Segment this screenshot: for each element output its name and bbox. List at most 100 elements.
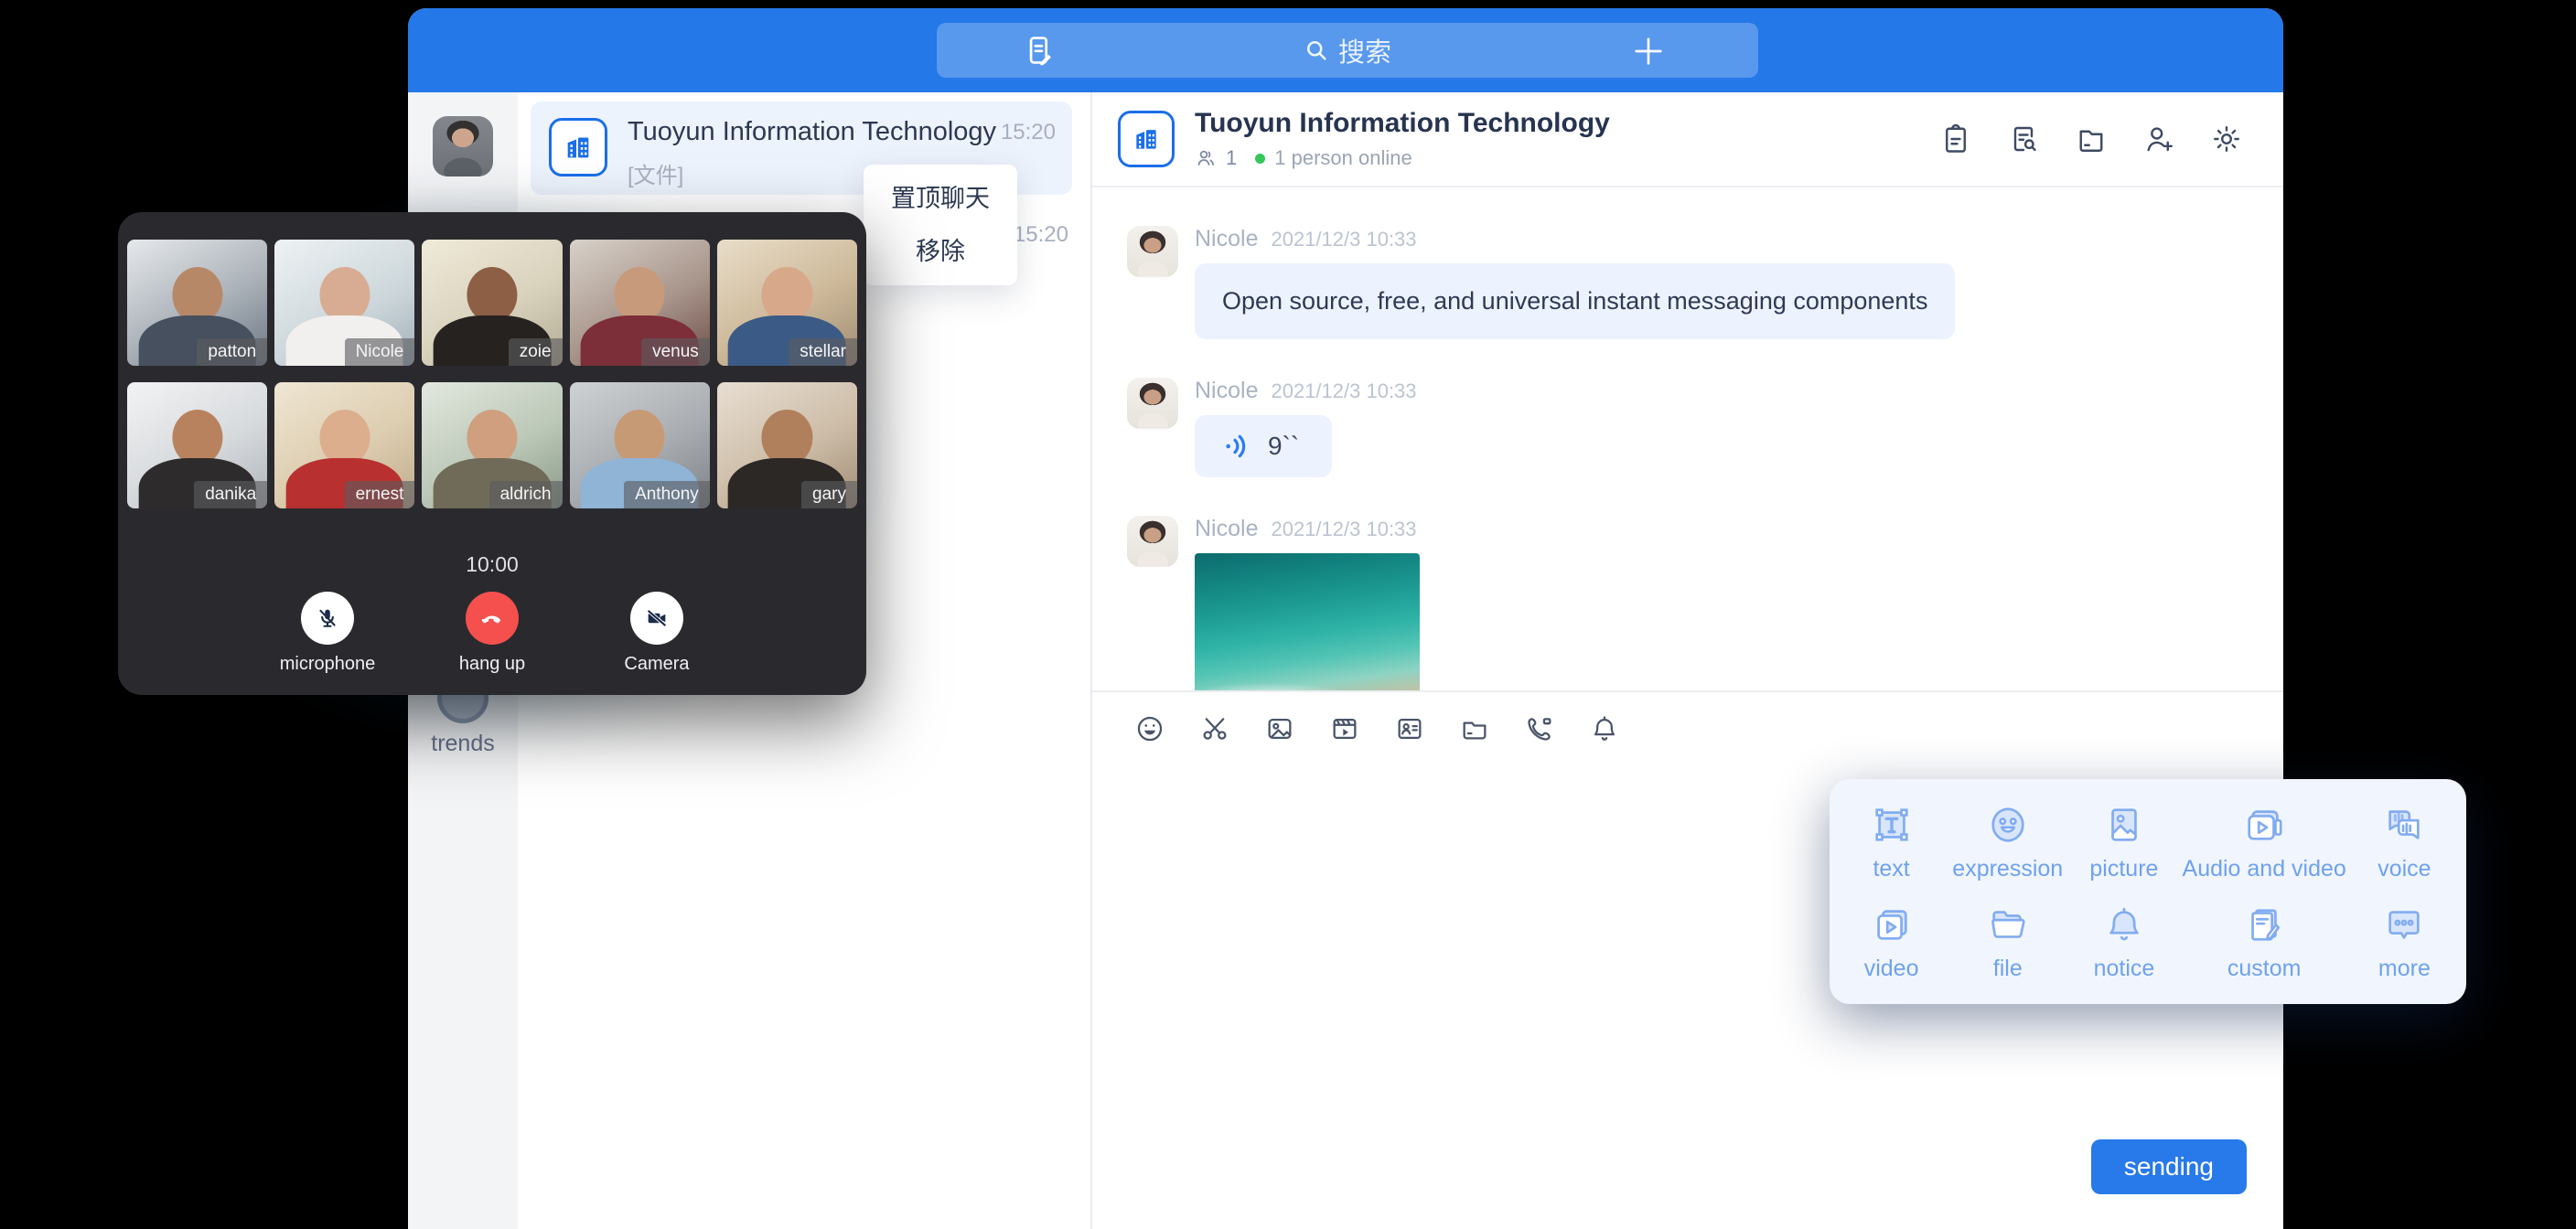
message-time: 2021/12/3 10:33 — [1271, 228, 1416, 251]
participant-tile: stellar — [717, 240, 857, 366]
member-count: 1 — [1226, 146, 1237, 170]
participant-grid: patton Nicole zoie venus stellar danika … — [127, 240, 857, 508]
popup-label: voice — [2377, 856, 2431, 882]
text-bubble: Open source, free, and universal instant… — [1195, 263, 1955, 339]
voice-icon — [2381, 802, 2427, 848]
file-folder-icon[interactable] — [1459, 713, 1490, 744]
avatar[interactable] — [1127, 516, 1178, 567]
participant-tile: aldrich — [422, 382, 562, 508]
search-input[interactable]: 搜索 — [937, 23, 1758, 78]
notice-icon — [2103, 902, 2145, 947]
participant-tile: patton — [127, 240, 267, 366]
participant-name: patton — [197, 338, 267, 366]
screenshot-scissors-icon[interactable] — [1199, 713, 1230, 744]
sender-name: Nicole — [1195, 226, 1258, 252]
file-icon — [1987, 902, 2029, 947]
note-edit-icon[interactable] — [1021, 33, 1056, 68]
message-time: 2021/12/3 10:33 — [1271, 518, 1416, 541]
avatar[interactable] — [1127, 226, 1178, 277]
chat-main: Tuoyun Information Technology 1 1 person… — [1092, 92, 2283, 1229]
custom-icon — [2243, 902, 2285, 947]
image-attachment-beach[interactable] — [1195, 553, 1420, 689]
camera-control: Camera — [602, 592, 712, 675]
picture-icon[interactable] — [1264, 713, 1295, 744]
hang-up-label: hang up — [459, 654, 525, 675]
call-timer: 10:00 — [118, 552, 866, 577]
online-dot — [1255, 154, 1265, 164]
audio-video-icon — [2241, 802, 2287, 848]
popup-label: text — [1873, 856, 1909, 882]
participant-tile: venus — [570, 240, 710, 366]
participant-tile: danika — [127, 382, 267, 508]
text-icon — [1871, 802, 1913, 848]
picture-icon — [2103, 802, 2145, 848]
voice-duration: 9`` — [1268, 432, 1299, 461]
video-icon — [1871, 902, 1913, 947]
participant-tile: Anthony — [570, 382, 710, 508]
popup-label: notice — [2094, 956, 2155, 982]
popup-item-picture[interactable]: picture — [2066, 792, 2182, 892]
voice-wave-icon — [1222, 432, 1251, 461]
popup-item-text[interactable]: text — [1833, 792, 1949, 892]
announcement-icon[interactable] — [1939, 123, 1972, 155]
call-controls: 10:00 microphone hang up — [118, 552, 866, 675]
hangup-control: hang up — [437, 592, 547, 675]
members-icon — [1195, 147, 1217, 169]
microphone-mute-button[interactable] — [301, 592, 354, 645]
settings-icon[interactable] — [2210, 123, 2243, 155]
popup-item-more[interactable]: more — [2346, 892, 2463, 991]
hang-up-button[interactable] — [466, 592, 519, 645]
popup-item-voice[interactable]: voice — [2346, 792, 2463, 892]
message-list: Nicole 2021/12/3 10:33 Open source, free… — [1092, 187, 2283, 690]
search-placeholder: 搜索 — [1338, 31, 1391, 69]
popup-item-video[interactable]: video — [1833, 892, 1949, 991]
voice-bubble[interactable]: 9`` — [1195, 415, 1332, 477]
group-file-icon[interactable] — [2075, 123, 2108, 155]
message-voice: Nicole 2021/12/3 10:33 9`` — [1127, 378, 2247, 477]
message-image: Nicole 2021/12/3 10:33 — [1127, 516, 2247, 689]
video-call-window: patton Nicole zoie venus stellar danika … — [118, 212, 866, 695]
video-clip-icon[interactable] — [1329, 713, 1360, 744]
popup-label: expression — [1952, 856, 2063, 882]
participant-name: zoie — [509, 338, 563, 366]
contact-card-icon[interactable] — [1394, 713, 1425, 744]
popup-item-audio-video[interactable]: Audio and video — [2183, 792, 2346, 892]
search-icon — [1304, 37, 1329, 63]
chat-item-time: 15:20 — [1014, 222, 1068, 248]
microphone-control: microphone — [273, 592, 382, 675]
add-member-icon[interactable] — [2142, 123, 2175, 155]
popup-label: file — [1993, 956, 2023, 982]
emoji-icon[interactable] — [1134, 713, 1165, 744]
notification-bell-icon[interactable] — [1589, 713, 1620, 744]
popup-item-custom[interactable]: custom — [2183, 892, 2346, 991]
group-avatar — [1118, 111, 1175, 167]
popup-label: more — [2378, 956, 2431, 982]
popup-item-file[interactable]: file — [1949, 892, 2066, 991]
participant-name: Nicole — [345, 338, 415, 366]
topbar: 搜索 — [408, 8, 2283, 92]
participant-name: Anthony — [624, 481, 710, 508]
more-icon — [2383, 902, 2425, 947]
add-icon[interactable] — [1630, 33, 1667, 69]
participant-name: stellar — [789, 338, 857, 366]
camera-off-button[interactable] — [630, 592, 683, 645]
avatar[interactable] — [1127, 378, 1178, 429]
microphone-label: microphone — [280, 654, 376, 675]
popup-label: custom — [2227, 956, 2302, 982]
popup-label: Audio and video — [2183, 856, 2346, 882]
chat-title: Tuoyun Information Technology — [1195, 108, 1610, 139]
sender-name: Nicole — [1195, 516, 1258, 542]
expression-icon — [1987, 802, 2029, 848]
participant-name: aldrich — [489, 481, 563, 508]
chat-history-search-icon[interactable] — [2007, 123, 2040, 155]
popup-item-notice[interactable]: notice — [2066, 892, 2182, 991]
message-toolbar — [1092, 690, 2283, 765]
popup-item-expression[interactable]: expression — [1949, 792, 2066, 892]
participant-name: danika — [194, 481, 267, 508]
message-text: Nicole 2021/12/3 10:33 Open source, free… — [1127, 226, 2247, 339]
message-time: 2021/12/3 10:33 — [1271, 379, 1416, 403]
participant-tile: gary — [717, 382, 857, 508]
send-button[interactable]: sending — [2091, 1139, 2247, 1194]
chat-item-time: 15:20 — [1001, 120, 1056, 145]
av-call-icon[interactable] — [1524, 713, 1555, 744]
